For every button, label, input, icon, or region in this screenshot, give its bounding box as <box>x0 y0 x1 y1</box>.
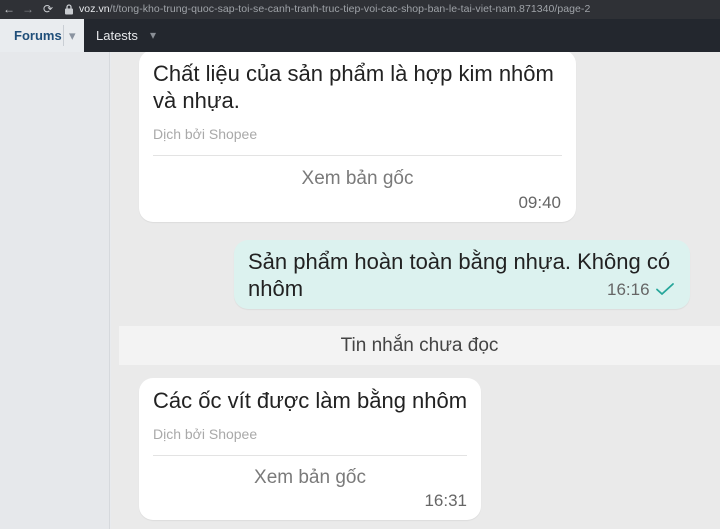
message-text: Chất liệu của sản phẩm là hợp kim nhôm v… <box>153 61 554 113</box>
divider <box>153 155 562 156</box>
address-bar[interactable]: voz.vn/t/tong-kho-trung-quoc-sap-toi-se-… <box>79 3 590 15</box>
message-bubble-incoming: Các ốc vít được làm bằng nhôm Dịch bởi S… <box>139 378 481 520</box>
reload-icon[interactable]: ⟳ <box>41 1 55 17</box>
message-text: Các ốc vít được làm bằng nhôm <box>153 388 468 413</box>
lock-icon <box>65 4 73 15</box>
page-content: Chất liệu của sản phẩm là hợp kim nhôm v… <box>0 52 720 529</box>
tab-forums[interactable]: Forums ▾ <box>0 19 84 52</box>
message-time: 16:31 <box>424 491 467 510</box>
browser-toolbar: ← → ⟳ voz.vn/t/tong-kho-trung-quoc-sap-t… <box>0 0 720 19</box>
translated-by-label: Dịch bởi Shopee <box>153 426 258 442</box>
unread-messages-label: Tin nhắn chưa đọc <box>340 335 499 356</box>
left-gutter <box>0 52 110 529</box>
view-original-link[interactable]: Xem bản gốc <box>153 467 467 489</box>
chevron-down-icon[interactable]: ▾ <box>150 19 156 52</box>
tab-latests[interactable]: Latests ▾ <box>84 19 168 52</box>
url-host: voz.vn <box>79 3 110 15</box>
site-navigation: Forums ▾ Latests ▾ <box>0 19 720 52</box>
url-path: /t/tong-kho-trung-quoc-sap-toi-se-canh-t… <box>109 3 591 15</box>
message-bubble-outgoing: Sản phẩm hoàn toàn bằng nhựa. Không có n… <box>234 240 690 309</box>
message-time: 09:40 <box>518 193 561 212</box>
translated-by-label: Dịch bởi Shopee <box>153 126 258 142</box>
tab-separator <box>63 25 64 46</box>
message-time: 16:16 <box>607 280 650 299</box>
divider <box>153 455 467 456</box>
tab-forums-label: Forums <box>14 28 62 43</box>
view-original-link[interactable]: Xem bản gốc <box>153 168 562 190</box>
unread-messages-divider: Tin nhắn chưa đọc <box>119 326 720 365</box>
chevron-down-icon[interactable]: ▾ <box>69 19 76 52</box>
back-arrow-icon[interactable]: ← <box>2 1 16 17</box>
message-bubble-incoming: Chất liệu của sản phẩm là hợp kim nhôm v… <box>139 52 576 222</box>
tab-latests-label: Latests <box>96 28 138 43</box>
forward-arrow-icon[interactable]: → <box>21 1 35 17</box>
chat-screenshot: Chất liệu của sản phẩm là hợp kim nhôm v… <box>111 52 720 529</box>
double-check-icon <box>656 283 674 295</box>
